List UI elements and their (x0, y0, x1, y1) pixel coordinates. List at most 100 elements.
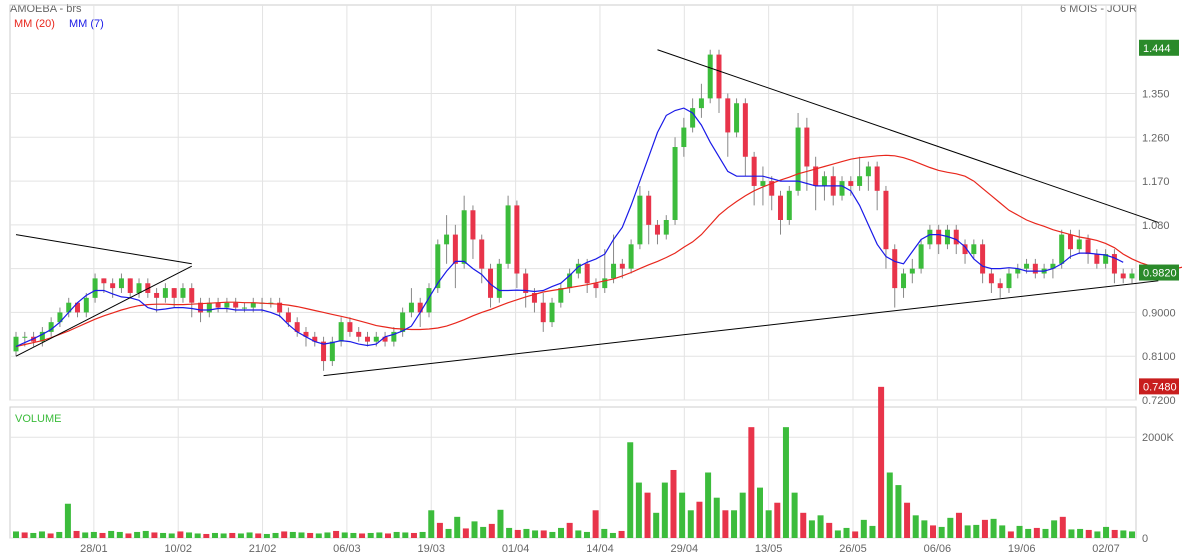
candle-body (927, 229, 933, 245)
volume-bar (341, 532, 348, 538)
candle-body (839, 181, 845, 196)
volume-bar (263, 533, 270, 538)
volume-bar (385, 533, 391, 538)
candle-body (742, 103, 748, 157)
volume-bar (1016, 525, 1023, 538)
volume-bar (687, 510, 694, 538)
candle-body (224, 302, 230, 308)
candle-body (356, 331, 362, 337)
price-candles (13, 49, 1135, 371)
trend-line (657, 49, 1159, 223)
candle-body (444, 234, 450, 245)
volume-bar (298, 532, 305, 538)
volume-bar (679, 492, 686, 538)
volume-bar (601, 528, 608, 538)
y-tick-label: 0.8100 (1142, 351, 1176, 363)
candle-body (1094, 254, 1100, 264)
x-tick-label: 06/03 (333, 543, 361, 555)
volume-bar (1120, 530, 1127, 538)
volume-bar (211, 532, 218, 538)
candle-body (681, 127, 687, 148)
volume-bar (203, 533, 210, 538)
trend-lines (15, 49, 1159, 377)
volume-bar (142, 530, 149, 538)
candle-body (804, 127, 810, 167)
volume-bar (731, 510, 738, 538)
candle-body (980, 244, 986, 274)
candle-body (971, 244, 977, 255)
volume-bar (333, 530, 340, 538)
volume-bar (532, 530, 539, 538)
candle-body (936, 229, 942, 245)
volume-bar (705, 472, 712, 538)
candle-body (162, 288, 168, 298)
candle-body (206, 302, 212, 313)
candle-body (751, 156, 757, 186)
moving-averages (15, 107, 1182, 348)
volume-bar (454, 516, 461, 538)
volume-bar (575, 530, 582, 538)
volume-bar (869, 525, 876, 538)
candle-body (628, 244, 634, 269)
volume-bar (644, 492, 651, 538)
candle-body (470, 210, 476, 240)
volume-bar (186, 532, 193, 538)
candle-body (241, 307, 247, 309)
volume-bar (696, 501, 703, 538)
candle-body (672, 147, 678, 220)
candle-body (883, 190, 889, 250)
volume-bar (350, 532, 357, 538)
candle-body (479, 239, 485, 269)
volume-bar (990, 518, 997, 538)
candle-body (611, 263, 617, 279)
trend-line (15, 234, 192, 265)
last-price-badge: 0.9820 (1143, 268, 1177, 280)
candle-body (848, 181, 854, 186)
volume-bar (947, 517, 954, 538)
volume-bar (471, 521, 478, 538)
volume-bar (514, 529, 521, 538)
candle-body (364, 336, 370, 342)
volume-bar (393, 531, 400, 538)
volume-bar (1129, 531, 1135, 538)
candle-body (92, 278, 98, 298)
candle-body (997, 283, 1003, 289)
volume-bar (38, 531, 45, 538)
volume-bar (722, 510, 729, 538)
candle-body (549, 302, 555, 323)
volume-bar (609, 532, 616, 538)
volume-bar (782, 427, 789, 538)
candle-body (215, 302, 221, 308)
volume-bar (964, 525, 971, 538)
volume-bar (817, 515, 824, 538)
candle-body (408, 302, 414, 313)
volume-bar (272, 532, 279, 538)
volume-bar (878, 386, 885, 538)
volume-bar (583, 531, 590, 538)
volume-bar (930, 525, 937, 538)
candle-body (593, 283, 599, 289)
volume-bar (627, 442, 634, 538)
candle-body (171, 288, 177, 298)
volume-bar (73, 530, 80, 538)
y-tick-label: 1.080 (1142, 220, 1170, 232)
price-frame (9, 4, 1137, 401)
volume-bar (800, 512, 807, 538)
volume-bar (549, 531, 556, 538)
volume-bar (1111, 529, 1118, 538)
candle-body (778, 195, 784, 220)
x-tick-label: 28/01 (80, 543, 108, 555)
candle-body (127, 278, 133, 293)
volume-bar (237, 533, 244, 538)
volume-bar (177, 531, 184, 538)
candle-body (496, 263, 502, 298)
volume-bar (134, 531, 141, 538)
candle-body (690, 108, 696, 128)
trend-line (323, 280, 1159, 377)
volume-bar (1077, 528, 1084, 538)
volume-bar (21, 532, 28, 538)
volume-bar (1042, 528, 1049, 538)
volume-bar (30, 532, 37, 538)
volume-bar (938, 526, 945, 538)
candle-body (233, 302, 239, 308)
